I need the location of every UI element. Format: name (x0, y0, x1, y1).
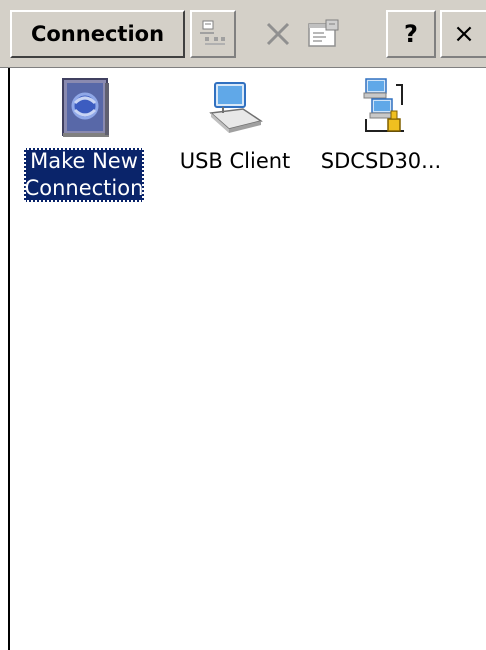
usb-client-icon (200, 72, 270, 144)
properties-icon (306, 18, 340, 50)
usb-client-item[interactable]: USB Client (176, 72, 294, 175)
window-title: Connection (10, 10, 185, 58)
toolbar: Connection ? × (0, 0, 486, 68)
details-view-button[interactable] (190, 10, 236, 58)
network-connection-item[interactable]: SDCSD30... (316, 72, 446, 175)
usb-client-label: USB Client (179, 149, 291, 173)
connection-window: Connection ? × Make New Connection USB C… (0, 0, 486, 650)
make-new-connection-label: Make New Connection (23, 148, 145, 202)
make-new-connection-icon (49, 72, 119, 144)
delete-button[interactable] (256, 10, 300, 58)
help-button[interactable]: ? (386, 10, 436, 58)
label-line-1: Make New (30, 149, 138, 173)
close-button[interactable]: × (440, 10, 486, 58)
label-line-2: Connection (24, 176, 144, 200)
details-view-icon (197, 18, 229, 50)
help-label: ? (404, 20, 418, 48)
properties-button[interactable] (300, 10, 346, 58)
close-icon: × (453, 19, 475, 49)
delete-x-icon (263, 19, 293, 49)
network-connection-label: SDCSD30... (320, 149, 442, 173)
connection-list: Make New Connection USB Client SDCSD30..… (8, 68, 486, 650)
network-connection-icon (346, 72, 416, 144)
make-new-connection-item[interactable]: Make New Connection (14, 72, 154, 202)
